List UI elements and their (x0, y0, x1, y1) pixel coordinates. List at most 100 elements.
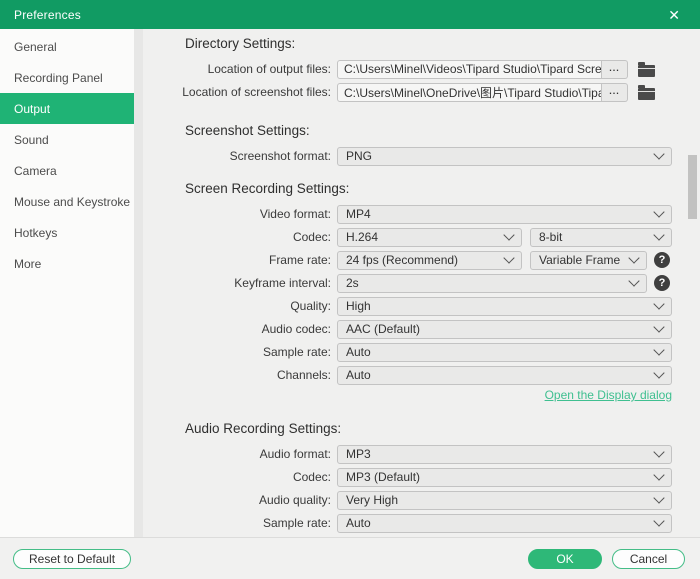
close-button[interactable]: ✕ (668, 8, 680, 22)
frame-rate-select[interactable]: 24 fps (Recommend) (337, 251, 522, 270)
select-value: H.264 (346, 230, 499, 244)
chevron-down-icon (628, 252, 639, 263)
sidebar-item-sound[interactable]: Sound (0, 124, 134, 155)
chevron-down-icon (653, 367, 664, 378)
sidebar-item-label: Camera (14, 164, 57, 178)
video-codec-select[interactable]: H.264 (337, 228, 522, 247)
row-audio-sample-rate: Sample rate: Auto (143, 513, 700, 533)
sidebar-item-recording-panel[interactable]: Recording Panel (0, 62, 134, 93)
sidebar-item-more[interactable]: More (0, 248, 134, 279)
field-label: Frame rate: (143, 253, 337, 267)
audio-format-select[interactable]: MP3 (337, 445, 672, 464)
field-label: Keyframe interval: (143, 276, 337, 290)
select-value: PNG (346, 149, 649, 163)
row-audio-quality: Audio quality: Very High (143, 490, 700, 510)
sample-rate-select[interactable]: Auto (337, 343, 672, 362)
chevron-down-icon (503, 229, 514, 240)
video-format-select[interactable]: MP4 (337, 205, 672, 224)
sidebar-item-label: Recording Panel (14, 71, 103, 85)
ellipsis-icon: ... (609, 63, 620, 73)
sidebar-item-label: General (14, 40, 57, 54)
sidebar-item-label: Sound (14, 133, 49, 147)
output-files-browse-button[interactable]: ... (602, 60, 628, 79)
field-label: Sample rate: (143, 516, 337, 530)
cancel-button[interactable]: Cancel (612, 549, 685, 569)
select-value: Auto (346, 516, 649, 530)
frame-rate-mode-select[interactable]: Variable Frame Rate (530, 251, 647, 270)
close-icon: ✕ (668, 7, 680, 23)
output-files-open-folder-button[interactable] (638, 61, 655, 77)
titlebar: Preferences ✕ (0, 0, 700, 29)
select-value: Variable Frame Rate (539, 253, 624, 267)
screenshot-settings-heading: Screenshot Settings: (185, 122, 700, 140)
chevron-down-icon (653, 469, 664, 480)
select-value: High (346, 299, 649, 313)
sidebar-item-mouse-keystroke[interactable]: Mouse and Keystroke (0, 186, 134, 217)
chevron-down-icon (653, 298, 664, 309)
audio-recording-codec-select[interactable]: MP3 (Default) (337, 468, 672, 487)
directory-settings-heading: Directory Settings: (185, 35, 700, 53)
footer-bar: Reset to Default OK Cancel (0, 537, 700, 579)
field-label: Location of screenshot files: (143, 85, 337, 99)
row-screenshot-files: Location of screenshot files: C:\Users\M… (143, 82, 700, 102)
field-label: Audio quality: (143, 493, 337, 507)
field-label: Quality: (143, 299, 337, 313)
select-value: Very High (346, 493, 649, 507)
open-display-dialog-link[interactable]: Open the Display dialog (545, 388, 672, 406)
row-keyframe-interval: Keyframe interval: 2s ? (143, 273, 700, 293)
audio-sample-rate-select[interactable]: Auto (337, 514, 672, 533)
field-label: Audio codec: (143, 322, 337, 336)
sidebar-item-hotkeys[interactable]: Hotkeys (0, 217, 134, 248)
row-screenshot-format: Screenshot format: PNG (143, 146, 700, 166)
audio-quality-select[interactable]: Very High (337, 491, 672, 510)
audio-codec-select[interactable]: AAC (Default) (337, 320, 672, 339)
bit-depth-select[interactable]: 8-bit (530, 228, 672, 247)
sidebar-item-label: Output (14, 102, 50, 116)
chevron-down-icon (653, 344, 664, 355)
select-value: AAC (Default) (346, 322, 649, 336)
scrollbar-thumb[interactable] (688, 155, 697, 219)
help-icon[interactable]: ? (654, 252, 670, 268)
screenshot-format-select[interactable]: PNG (337, 147, 672, 166)
reset-to-default-button[interactable]: Reset to Default (13, 549, 131, 569)
field-label: Channels: (143, 368, 337, 382)
field-label: Sample rate: (143, 345, 337, 359)
field-label: Location of output files: (143, 62, 337, 76)
chevron-down-icon (653, 321, 664, 332)
screenshot-files-browse-button[interactable]: ... (602, 83, 628, 102)
select-value: 24 fps (Recommend) (346, 253, 499, 267)
row-audio-format: Audio format: MP3 (143, 444, 700, 464)
preferences-dialog: Preferences ✕ General Recording Panel Ou… (0, 0, 700, 579)
sidebar-item-label: Hotkeys (14, 226, 57, 240)
audio-recording-settings-heading: Audio Recording Settings: (185, 420, 700, 438)
select-value: Auto (346, 368, 649, 382)
screenshot-files-open-folder-button[interactable] (638, 84, 655, 100)
quality-select[interactable]: High (337, 297, 672, 316)
field-label: Codec: (143, 230, 337, 244)
sidebar-item-label: Mouse and Keystroke (14, 195, 130, 209)
field-label: Video format: (143, 207, 337, 221)
help-icon[interactable]: ? (654, 275, 670, 291)
ellipsis-icon: ... (609, 86, 620, 96)
select-value: 8-bit (539, 230, 649, 244)
chevron-down-icon (653, 206, 664, 217)
sidebar-item-general[interactable]: General (0, 31, 134, 62)
ok-button[interactable]: OK (528, 549, 602, 569)
field-label: Audio format: (143, 447, 337, 461)
channels-select[interactable]: Auto (337, 366, 672, 385)
row-quality: Quality: High (143, 296, 700, 316)
path-text: C:\Users\Minel\Videos\Tipard Studio\Tipa… (344, 62, 602, 76)
row-audio-codec: Audio codec: AAC (Default) (143, 319, 700, 339)
chevron-down-icon (653, 446, 664, 457)
screenshot-files-path-field[interactable]: C:\Users\Minel\OneDrive\图片\Tipard Studio… (337, 83, 602, 102)
path-text: C:\Users\Minel\OneDrive\图片\Tipard Studio… (344, 84, 602, 101)
sidebar-item-output[interactable]: Output (0, 93, 134, 124)
folder-icon (638, 88, 655, 100)
select-value: Auto (346, 345, 649, 359)
select-value: MP4 (346, 207, 649, 221)
row-audio-codec-2: Codec: MP3 (Default) (143, 467, 700, 487)
output-files-path-field[interactable]: C:\Users\Minel\Videos\Tipard Studio\Tipa… (337, 60, 602, 79)
sidebar-content-divider (134, 29, 143, 537)
sidebar-item-camera[interactable]: Camera (0, 155, 134, 186)
keyframe-interval-select[interactable]: 2s (337, 274, 647, 293)
